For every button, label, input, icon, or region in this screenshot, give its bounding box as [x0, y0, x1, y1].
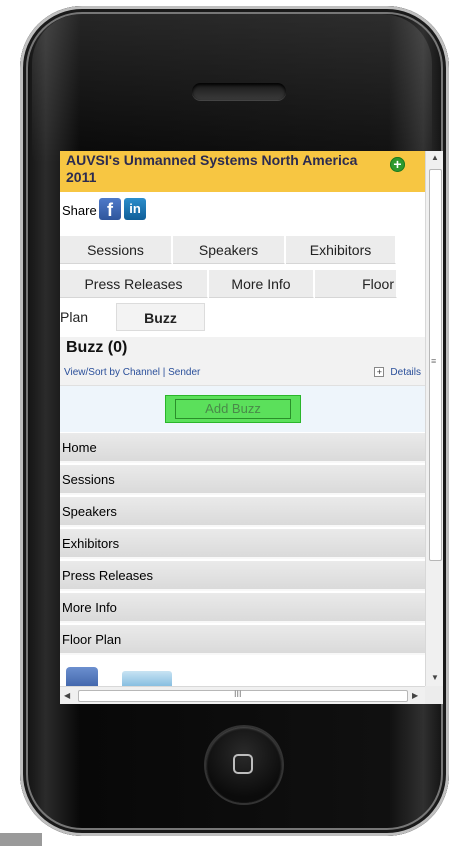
tab-exhibitors[interactable]: Exhibitors: [286, 236, 396, 264]
tab-more-info[interactable]: More Info: [209, 270, 314, 298]
menu-item-press-releases[interactable]: Press Releases: [60, 561, 425, 591]
add-buzz-label: Add Buzz: [175, 399, 291, 419]
menu-item-home[interactable]: Home: [60, 433, 425, 463]
share-bar: Share f in: [60, 197, 425, 223]
tab-sessions[interactable]: Sessions: [60, 236, 172, 264]
facebook-icon[interactable]: f: [99, 198, 121, 220]
grip-icon: ≡: [431, 356, 437, 366]
horizontal-scroll-thumb[interactable]: III: [78, 689, 408, 702]
details-toggle[interactable]: + Details: [374, 367, 421, 378]
event-title: AUVSI's Unmanned Systems North America 2…: [66, 152, 358, 185]
grip-icon: III: [234, 689, 242, 699]
tab-floor[interactable]: Floor: [315, 270, 397, 298]
home-button[interactable]: [206, 727, 282, 803]
buzz-sort-link[interactable]: View/Sort by Channel | Sender: [64, 367, 200, 378]
menu-item-sessions[interactable]: Sessions: [60, 465, 425, 495]
tab-speakers[interactable]: Speakers: [173, 236, 285, 264]
menu-item-exhibitors[interactable]: Exhibitors: [60, 529, 425, 559]
scroll-up-icon[interactable]: ▲: [431, 153, 439, 162]
vertical-scrollbar[interactable]: ▲ ≡ ▼: [425, 151, 443, 686]
buzz-title: Buzz (0): [66, 339, 128, 356]
horizontal-scrollbar[interactable]: ◀ III ▶: [60, 686, 425, 704]
page-content: AUVSI's Unmanned Systems North America 2…: [60, 151, 425, 686]
scroll-right-icon[interactable]: ▶: [412, 691, 418, 700]
menu-item-speakers[interactable]: Speakers: [60, 497, 425, 527]
earpiece-speaker: [192, 83, 286, 100]
tab-buzz[interactable]: Buzz: [116, 303, 205, 331]
share-label: Share: [62, 203, 97, 218]
buzz-header: Buzz (0) View/Sort by Channel | Sender +…: [60, 337, 425, 386]
facebook-icon[interactable]: [66, 667, 98, 686]
add-buzz-area: Add Buzz: [60, 386, 425, 432]
scroll-left-icon[interactable]: ◀: [64, 691, 70, 700]
menu-item-more-info[interactable]: More Info: [60, 593, 425, 623]
twitter-icon[interactable]: [122, 671, 172, 686]
browser-screen: AUVSI's Unmanned Systems North America 2…: [60, 151, 443, 704]
details-label: Details: [390, 367, 421, 378]
scroll-down-icon[interactable]: ▼: [431, 673, 439, 682]
home-square-icon: [233, 754, 253, 774]
vertical-scroll-thumb[interactable]: ≡: [429, 169, 442, 561]
plus-circle-icon[interactable]: +: [390, 157, 405, 172]
taskbar-fragment: [0, 833, 42, 846]
menu-item-floor-plan[interactable]: Floor Plan: [60, 625, 425, 655]
event-header: AUVSI's Unmanned Systems North America 2…: [60, 151, 425, 192]
tab-plan[interactable]: Plan: [60, 303, 115, 331]
scrollbar-corner: [425, 686, 443, 704]
expand-icon: +: [374, 367, 385, 378]
linkedin-icon[interactable]: in: [124, 198, 146, 220]
tab-press-releases[interactable]: Press Releases: [60, 270, 208, 298]
add-buzz-button[interactable]: Add Buzz: [165, 395, 301, 423]
